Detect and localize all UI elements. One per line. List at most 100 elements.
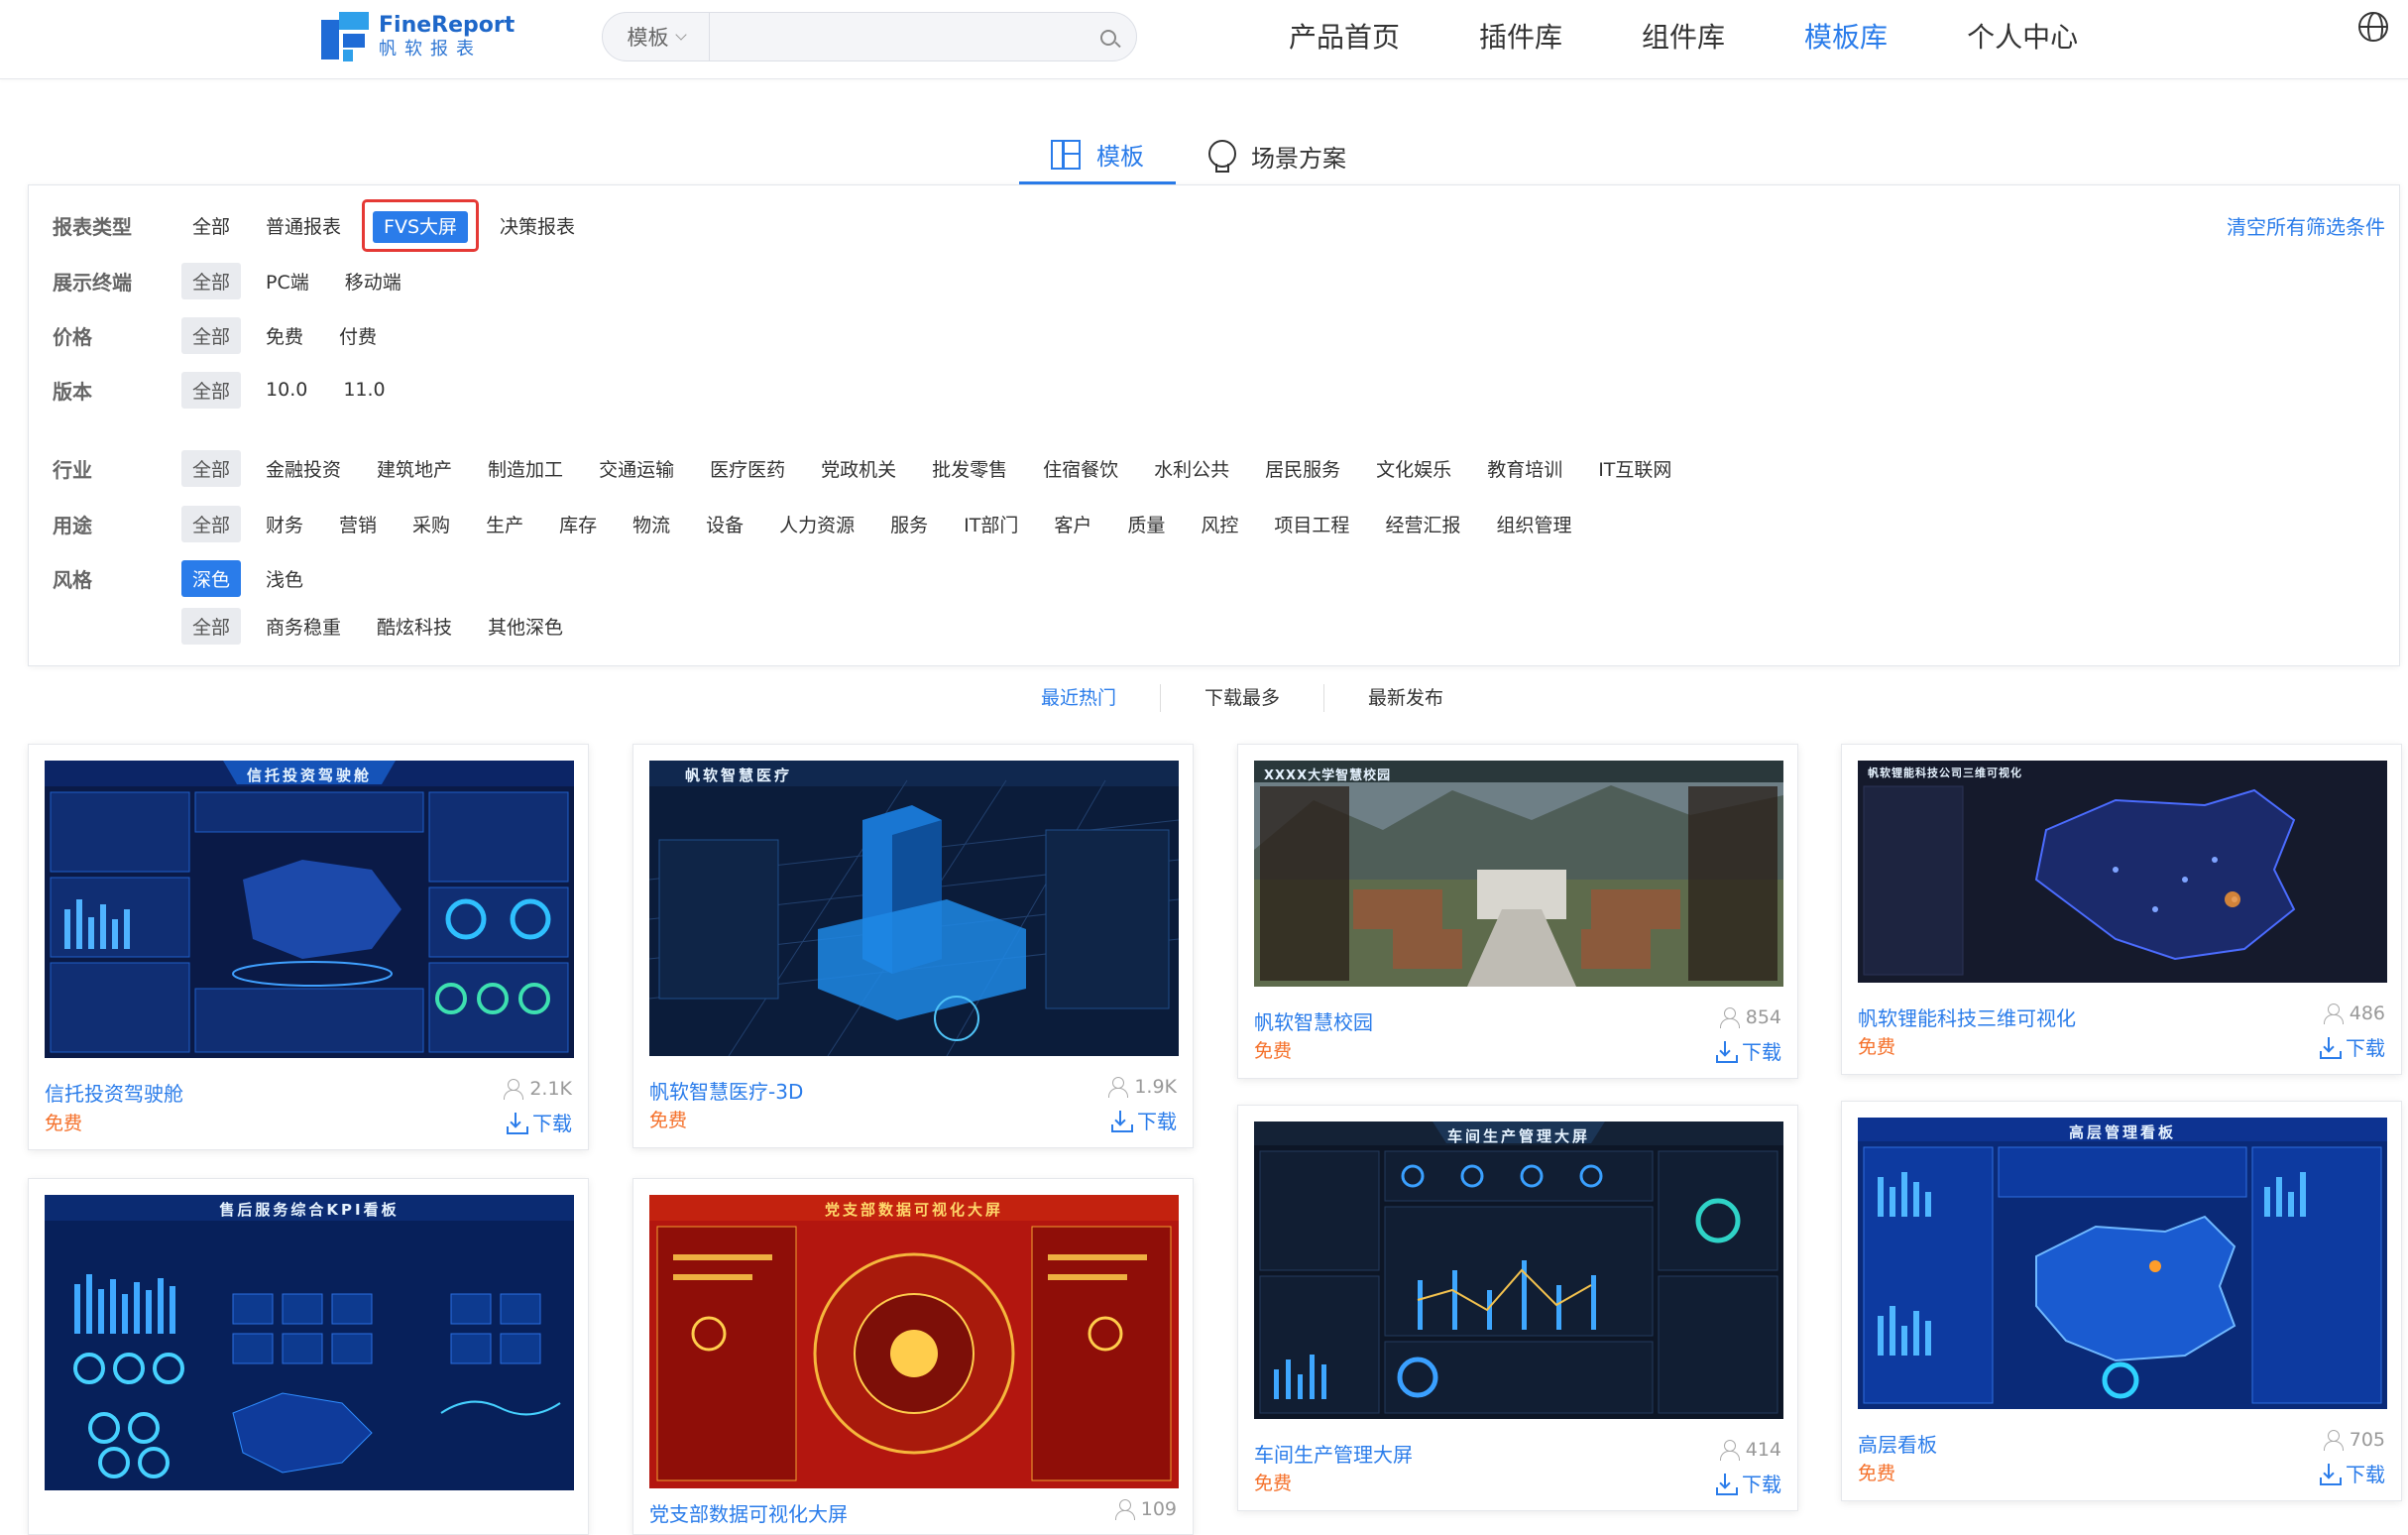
download-button[interactable]: 下载 [1716,1469,1781,1497]
filter-option[interactable]: 物流 [622,506,681,542]
template-card[interactable]: 帆软锂能科技公司三维可视化 帆软锂能科技三维可视化 免费 486 下载 [1841,744,2402,1075]
template-card[interactable]: XXXX大学智慧校园 帆软智慧校园 免费 854 下载 [1237,744,1798,1079]
card-title[interactable]: 帆软锂能科技三维可视化 [1858,1003,2076,1031]
template-thumbnail[interactable]: 帆软智慧医疗 [649,761,1179,1056]
tab-scenarios[interactable]: 场景方案 [1176,127,1378,184]
filter-option[interactable]: 浅色 [255,560,314,597]
filter-option[interactable]: 10.0 [255,374,318,406]
filter-option[interactable]: 库存 [548,506,608,542]
filter-option[interactable]: 党政机关 [810,450,907,487]
filter-option[interactable]: IT部门 [953,506,1029,542]
filter-option[interactable]: 住宿餐饮 [1032,450,1129,487]
filter-option[interactable]: 普通报表 [255,207,352,244]
filter-option-selected[interactable]: 全部 [181,449,242,487]
template-thumbnail[interactable]: 售后服务综合KPI看板 [45,1195,574,1490]
filter-option[interactable]: 批发零售 [921,450,1018,487]
template-thumbnail[interactable]: 党支部数据可视化大屏 [649,1195,1179,1488]
filter-option[interactable]: 服务 [879,506,939,542]
nav-components[interactable]: 组件库 [1642,18,1725,58]
template-thumbnail[interactable]: 帆软锂能科技公司三维可视化 [1858,761,2387,983]
filter-option[interactable]: 金融投资 [255,450,352,487]
sort-newest[interactable]: 最新发布 [1324,684,1487,712]
dashboard-title: 党支部数据可视化大屏 [824,1201,1003,1219]
template-thumbnail[interactable]: 高层管理看板 [1858,1118,2387,1409]
filter-option[interactable]: 采购 [401,506,461,542]
filter-option[interactable]: 生产 [475,506,534,542]
filter-option[interactable]: 医疗医药 [699,450,796,487]
card-title[interactable]: 帆软智慧医疗-3D [649,1076,803,1105]
dashboard-title: 售后服务综合KPI看板 [219,1201,400,1219]
card-views: 2.1K [504,1078,572,1100]
sort-recent-hot[interactable]: 最近热门 [997,684,1162,712]
filter-option[interactable]: 客户 [1043,506,1102,542]
template-thumbnail[interactable]: XXXX大学智慧校园 [1254,761,1783,987]
filter-option[interactable]: 决策报表 [489,207,586,244]
filter-option[interactable]: IT互联网 [1587,450,1682,487]
search-icon[interactable] [1089,13,1136,60]
filter-option-selected[interactable]: FVS大屏 [373,210,469,243]
filter-option[interactable]: 设备 [695,506,754,542]
filter-option[interactable]: 组织管理 [1485,506,1582,542]
filter-option[interactable]: 其他深色 [477,608,574,645]
template-card[interactable]: 高层管理看板 高层看板 免费 705 下载 [1841,1101,2402,1501]
filter-option-selected[interactable]: 全部 [181,262,242,299]
filter-option[interactable]: 人力资源 [768,506,865,542]
filter-option-selected[interactable]: 全部 [181,371,242,409]
template-card[interactable]: 售后服务综合KPI看板 [28,1178,589,1535]
template-card[interactable]: 党支部数据可视化大屏 党支部数据可视化大屏 109 [632,1178,1194,1535]
card-title[interactable]: 高层看板 [1858,1429,1937,1458]
filter-option[interactable]: 移动端 [334,263,412,299]
download-button[interactable]: 下载 [507,1108,572,1136]
filter-option[interactable]: 营销 [328,506,388,542]
filter-option[interactable]: 11.0 [332,374,396,406]
filter-option[interactable]: 建筑地产 [366,450,463,487]
filter-option[interactable]: 经营汇报 [1374,506,1471,542]
globe-icon[interactable] [2358,12,2388,42]
card-title[interactable]: 车间生产管理大屏 [1254,1439,1413,1468]
search-input[interactable] [710,13,1089,60]
download-button[interactable]: 下载 [1716,1036,1781,1065]
download-button[interactable]: 下载 [2320,1459,2385,1487]
nav-plugins[interactable]: 插件库 [1479,18,1562,58]
filter-option[interactable]: 全部 [181,207,241,244]
filter-option[interactable]: 商务稳重 [255,608,352,645]
filter-option[interactable]: 制造加工 [477,450,574,487]
clear-filters-link[interactable]: 清空所有筛选条件 [2227,211,2385,240]
filter-option[interactable]: 风控 [1190,506,1249,542]
download-button[interactable]: 下载 [2320,1032,2385,1061]
filter-option[interactable]: PC端 [255,263,320,299]
filter-option-selected[interactable]: 深色 [181,559,242,597]
finereport-logo[interactable]: FineReport 帆软报表 [321,12,515,61]
filter-option[interactable]: 项目工程 [1263,506,1360,542]
filter-option[interactable]: 免费 [255,317,314,354]
filter-option[interactable]: 文化娱乐 [1365,450,1462,487]
sort-most-downloads[interactable]: 下载最多 [1161,684,1325,712]
filter-option-selected[interactable]: 全部 [181,607,242,645]
filter-option[interactable]: 酷炫科技 [366,608,463,645]
download-button[interactable]: 下载 [1111,1106,1177,1134]
card-title[interactable]: 党支部数据可视化大屏 [649,1498,848,1527]
user-icon [2323,1004,2344,1024]
filter-option[interactable]: 居民服务 [1254,450,1351,487]
nav-home[interactable]: 产品首页 [1289,18,1400,58]
tab-templates[interactable]: 模板 [1019,127,1176,184]
nav-templates[interactable]: 模板库 [1804,18,1888,58]
template-card[interactable]: 车间生产管理大屏 车间生产管理大屏 免费 414 下载 [1237,1105,1798,1511]
filter-option[interactable]: 教育培训 [1476,450,1573,487]
search-type-select[interactable]: 模板 [603,13,710,60]
filter-option-selected[interactable]: 全部 [181,505,242,542]
filter-option[interactable]: 质量 [1116,506,1176,542]
filter-option-selected[interactable]: 全部 [181,316,242,354]
nav-personal-center[interactable]: 个人中心 [1967,18,2078,58]
filter-option[interactable]: 付费 [328,317,388,354]
filter-row-report-type: 报表类型 全部 普通报表 FVS大屏 决策报表 [53,198,600,252]
card-title[interactable]: 帆软智慧校园 [1254,1006,1373,1035]
template-card[interactable]: 信托投资驾驶舱 信托投资驾驶舱 免费 2.1K 下载 [28,744,589,1150]
filter-option[interactable]: 财务 [255,506,314,542]
template-thumbnail[interactable]: 车间生产管理大屏 [1254,1122,1783,1419]
filter-option[interactable]: 水利公共 [1143,450,1240,487]
template-card[interactable]: 帆软智慧医疗 帆软智慧医疗-3D 免费 1.9K 下载 [632,744,1194,1148]
filter-option[interactable]: 交通运输 [588,450,685,487]
template-thumbnail[interactable]: 信托投资驾驶舱 [45,761,574,1058]
card-title[interactable]: 信托投资驾驶舱 [45,1078,183,1107]
